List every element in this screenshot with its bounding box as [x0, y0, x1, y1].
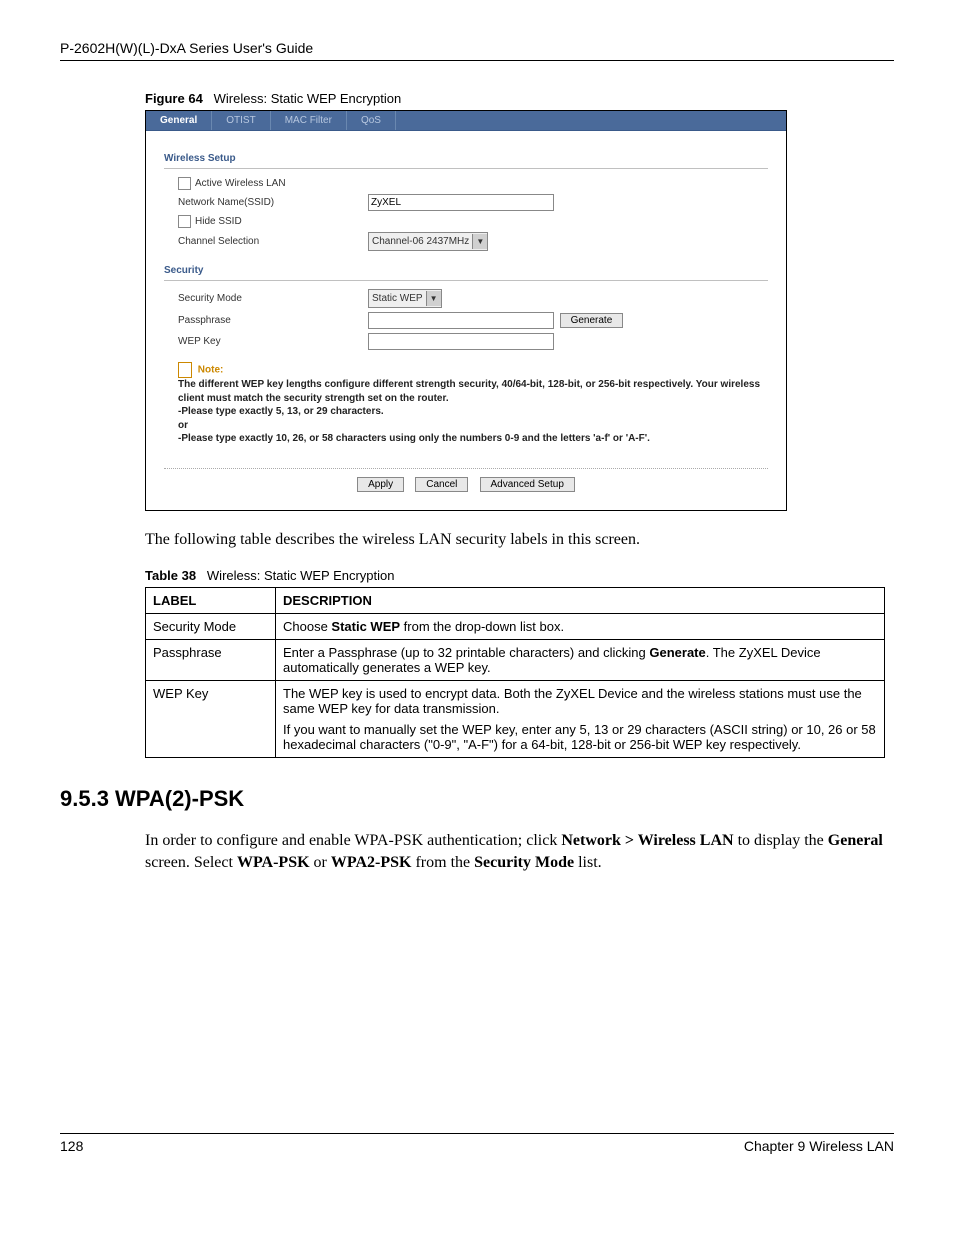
hide-ssid-label: Hide SSID	[195, 216, 242, 227]
screenshot-panel: General OTIST MAC Filter QoS Wireless Se…	[145, 110, 787, 511]
security-header: Security	[164, 261, 768, 281]
col-description: DESCRIPTION	[276, 588, 885, 614]
table-number: Table 38	[145, 568, 196, 583]
figure-caption: Figure 64 Wireless: Static WEP Encryptio…	[145, 91, 894, 106]
passphrase-input[interactable]	[368, 312, 554, 329]
apply-button[interactable]: Apply	[357, 477, 404, 492]
tab-mac-filter[interactable]: MAC Filter	[271, 111, 347, 130]
cell-desc: Choose Static WEP from the drop-down lis…	[276, 614, 885, 640]
note-label: Note:	[198, 365, 224, 376]
wireless-setup-header: Wireless Setup	[164, 149, 768, 169]
cell-desc: The WEP key is used to encrypt data. Bot…	[276, 681, 885, 758]
note-icon	[178, 362, 192, 378]
active-wlan-checkbox[interactable]	[178, 177, 191, 190]
figure-number: Figure 64	[145, 91, 203, 106]
cancel-button[interactable]: Cancel	[415, 477, 468, 492]
body-text: The following table describes the wirele…	[145, 529, 894, 551]
channel-value: Channel-06 2437MHz	[372, 236, 469, 247]
active-wlan-label: Active Wireless LAN	[195, 178, 286, 189]
ssid-label: Network Name(SSID)	[178, 197, 368, 208]
table-caption: Table 38 Wireless: Static WEP Encryption	[145, 568, 894, 583]
note-text: or	[178, 419, 768, 433]
wep-key-input[interactable]	[368, 333, 554, 350]
tab-qos[interactable]: QoS	[347, 111, 396, 130]
note-text: The different WEP key lengths configure …	[178, 378, 768, 405]
generate-button[interactable]: Generate	[560, 313, 624, 328]
section-heading: 9.5.3 WPA(2)-PSK	[60, 786, 894, 812]
ssid-input[interactable]	[368, 194, 554, 211]
page-header: P-2602H(W)(L)-DxA Series User's Guide	[60, 40, 894, 61]
table-header-row: LABEL DESCRIPTION	[146, 588, 885, 614]
page-footer: 128 Chapter 9 Wireless LAN	[60, 1133, 894, 1154]
cell-label: Passphrase	[146, 640, 276, 681]
hide-ssid-checkbox[interactable]	[178, 215, 191, 228]
table-row: Passphrase Enter a Passphrase (up to 32 …	[146, 640, 885, 681]
chapter-label: Chapter 9 Wireless LAN	[744, 1138, 894, 1154]
channel-label: Channel Selection	[178, 236, 368, 247]
page-number: 128	[60, 1138, 83, 1154]
figure-title: Wireless: Static WEP Encryption	[214, 91, 402, 106]
security-mode-select[interactable]: Static WEP ▼	[368, 289, 442, 308]
table-title: Wireless: Static WEP Encryption	[207, 568, 395, 583]
action-row: Apply Cancel Advanced Setup	[164, 468, 768, 492]
body-text: In order to configure and enable WPA-PSK…	[145, 830, 894, 873]
tab-bar: General OTIST MAC Filter QoS	[146, 111, 786, 131]
wep-key-label: WEP Key	[178, 336, 368, 347]
note-text: -Please type exactly 10, 26, or 58 chara…	[178, 432, 768, 446]
cell-desc: Enter a Passphrase (up to 32 printable c…	[276, 640, 885, 681]
security-mode-label: Security Mode	[178, 293, 368, 304]
cell-label: WEP Key	[146, 681, 276, 758]
table-row: Security Mode Choose Static WEP from the…	[146, 614, 885, 640]
table-row: WEP Key The WEP key is used to encrypt d…	[146, 681, 885, 758]
chevron-down-icon: ▼	[472, 234, 487, 249]
note-box: Note: The different WEP key lengths conf…	[178, 362, 768, 446]
note-text: -Please type exactly 5, 13, or 29 charac…	[178, 405, 768, 419]
passphrase-label: Passphrase	[178, 315, 368, 326]
cell-label: Security Mode	[146, 614, 276, 640]
col-label: LABEL	[146, 588, 276, 614]
tab-otist[interactable]: OTIST	[212, 111, 270, 130]
chevron-down-icon: ▼	[426, 291, 441, 306]
tab-general[interactable]: General	[146, 111, 212, 130]
security-mode-value: Static WEP	[372, 293, 423, 304]
advanced-setup-button[interactable]: Advanced Setup	[480, 477, 575, 492]
description-table: LABEL DESCRIPTION Security Mode Choose S…	[145, 587, 885, 758]
channel-select[interactable]: Channel-06 2437MHz ▼	[368, 232, 488, 251]
